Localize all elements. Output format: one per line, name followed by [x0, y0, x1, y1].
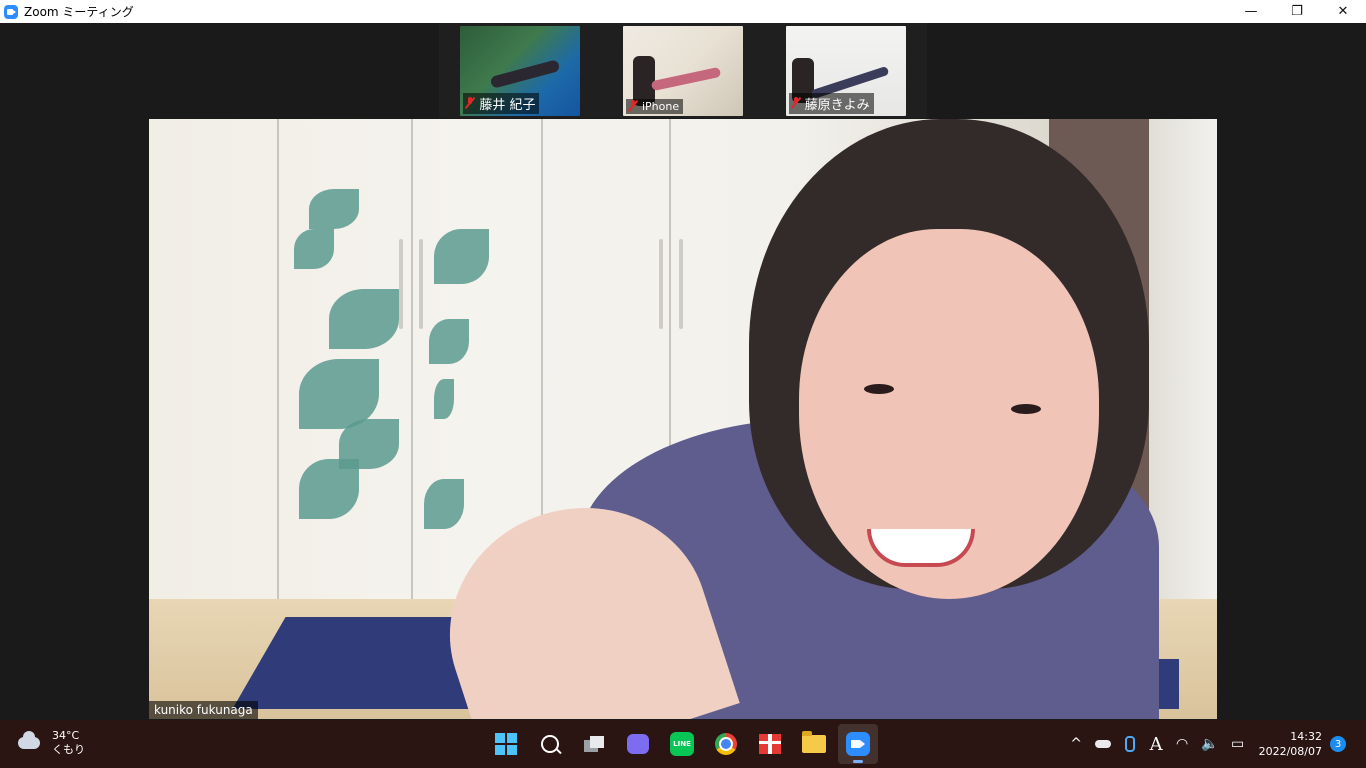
cloud-icon: [18, 731, 40, 749]
participant-gallery: 藤井 紀子 iPhone 藤原きよみ: [439, 23, 927, 118]
closet-handle: [679, 239, 683, 329]
notification-badge[interactable]: 3: [1330, 736, 1346, 752]
onedrive-icon[interactable]: [1095, 740, 1112, 748]
weather-temperature: 34°C: [52, 729, 80, 742]
close-button[interactable]: ✕: [1320, 0, 1366, 23]
ime-indicator[interactable]: A: [1149, 734, 1163, 755]
participant-name: 藤井 紀子: [479, 97, 536, 113]
clock-date: 2022/08/07: [1258, 745, 1322, 758]
participant-label: iPhone: [625, 98, 684, 114]
chat-button[interactable]: [618, 724, 658, 764]
search-button[interactable]: [530, 724, 570, 764]
volume-icon[interactable]: 🔈: [1201, 736, 1218, 752]
person-eye: [864, 384, 894, 394]
participant-label: 藤原きよみ: [788, 92, 874, 114]
clock-time: 14:32: [1290, 730, 1322, 743]
window-title: Zoom ミーティング: [24, 5, 134, 19]
task-view-button[interactable]: [574, 724, 614, 764]
participant-tile[interactable]: iPhone: [622, 25, 743, 116]
closet-handle: [659, 239, 663, 329]
closet-handle: [419, 239, 423, 329]
plant-leaf: [294, 229, 334, 269]
gift-app-button[interactable]: [750, 724, 790, 764]
participant-name: 藤原きよみ: [804, 97, 870, 113]
title-bar: Zoom ミーティング — ❐ ✕: [0, 0, 1366, 23]
windows-taskbar: 34°C くもり LINE ^ A ◠ 🔈 ▭ 14:32 2022/08/07…: [0, 720, 1366, 768]
task-view-icon: [584, 736, 604, 752]
participant-name: iPhone: [641, 99, 680, 113]
participant-figure: [489, 58, 561, 89]
microphone-icon[interactable]: [1123, 736, 1137, 752]
participant-figure: [650, 66, 722, 91]
participant-label: 藤井 紀子: [463, 92, 540, 114]
chrome-icon: [715, 733, 737, 755]
gift-icon: [759, 734, 781, 754]
chrome-button[interactable]: [706, 724, 746, 764]
weather-condition: くもり: [52, 743, 85, 756]
minimize-button[interactable]: —: [1228, 0, 1274, 23]
zoom-app-icon: [4, 4, 18, 19]
plant-leaf: [434, 229, 489, 284]
zoom-icon: [846, 732, 870, 756]
window-controls: — ❐ ✕: [1228, 0, 1366, 23]
start-button[interactable]: [486, 724, 526, 764]
restore-button[interactable]: ❐: [1274, 0, 1320, 23]
chat-icon: [627, 734, 649, 754]
plant-leaf: [329, 289, 399, 349]
windows-logo-icon: [495, 733, 517, 755]
plant-leaf: [434, 379, 454, 419]
system-tray: ^ A ◠ 🔈 ▭ 14:32 2022/08/07 3: [1063, 720, 1366, 768]
participant-tile[interactable]: 藤原きよみ: [785, 25, 906, 116]
search-icon: [541, 735, 559, 753]
chevron-up-icon[interactable]: ^: [1069, 736, 1083, 752]
clock[interactable]: 14:32 2022/08/07: [1259, 729, 1322, 759]
battery-icon[interactable]: ▭: [1231, 736, 1245, 752]
plant-leaf: [309, 189, 359, 229]
file-explorer-button[interactable]: [794, 724, 834, 764]
mic-muted-icon: [791, 97, 801, 109]
wifi-icon[interactable]: ◠: [1175, 736, 1189, 752]
participant-tile[interactable]: 藤井 紀子: [460, 25, 581, 116]
folder-icon: [802, 731, 826, 753]
weather-text: 34°C くもり: [52, 729, 85, 757]
closet-panel-edge: [277, 119, 279, 599]
weather-widget[interactable]: 34°C くもり: [18, 729, 85, 757]
zoom-app-button[interactable]: [838, 724, 878, 764]
line-icon: LINE: [670, 732, 694, 756]
mic-muted-icon: [628, 100, 638, 112]
taskbar-apps: LINE: [486, 724, 882, 764]
closet-handle: [399, 239, 403, 329]
mic-muted-icon: [465, 97, 475, 109]
plant-leaf: [424, 479, 464, 529]
plant-leaf: [429, 319, 469, 364]
line-app-button[interactable]: LINE: [662, 724, 702, 764]
main-speaker-video[interactable]: [149, 119, 1217, 719]
closet-panel-edge: [411, 119, 413, 599]
person-eye: [1011, 404, 1041, 414]
plant-leaf: [299, 459, 359, 519]
speaker-name-label: kuniko fukunaga: [149, 701, 258, 719]
